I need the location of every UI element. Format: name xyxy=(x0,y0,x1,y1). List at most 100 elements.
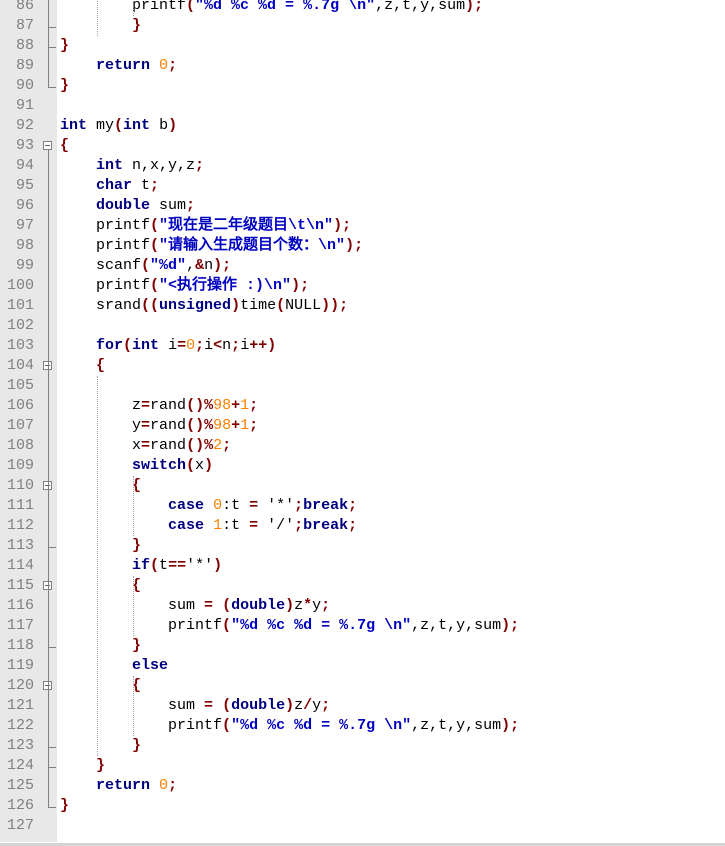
code-line[interactable]: 88} xyxy=(0,36,725,56)
code-line[interactable]: 124 } xyxy=(0,756,725,776)
code-text: } xyxy=(60,76,69,96)
code-line[interactable]: 112 case 1:t = '/';break; xyxy=(0,516,725,536)
code-token: int xyxy=(132,337,160,354)
code-text: printf("请输入生成题目个数：\n"); xyxy=(60,236,363,256)
code-line[interactable]: 111 case 0:t = '*';break; xyxy=(0,496,725,516)
line-number: 122 xyxy=(6,717,34,734)
code-line[interactable]: 99 scanf("%d",&n); xyxy=(0,256,725,276)
code-token: ; xyxy=(195,157,205,174)
code-line[interactable]: 127 xyxy=(0,816,725,836)
code-line[interactable]: 115 { xyxy=(0,576,725,596)
code-token: double xyxy=(231,697,286,714)
fold-end-marker-icon xyxy=(48,636,56,648)
code-line[interactable]: 89 return 0; xyxy=(0,56,725,76)
code-token: { xyxy=(60,137,70,154)
line-number: 113 xyxy=(6,537,34,554)
code-token: 98 xyxy=(213,397,232,414)
code-token: ; xyxy=(249,417,259,434)
code-token: () xyxy=(186,397,205,414)
line-number: 90 xyxy=(15,77,34,94)
code-line[interactable]: 113 } xyxy=(0,536,725,556)
code-text: case 1:t = '/';break; xyxy=(60,516,357,536)
line-number: 111 xyxy=(6,497,34,514)
code-line[interactable]: 92 int my(int b) xyxy=(0,116,725,136)
code-text: } xyxy=(60,536,141,556)
code-line[interactable]: 98 printf("请输入生成题目个数：\n"); xyxy=(0,236,725,256)
code-token: ; xyxy=(231,337,241,354)
code-line[interactable]: 118 } xyxy=(0,636,725,656)
line-number: 94 xyxy=(15,157,34,174)
line-number: 116 xyxy=(6,597,34,614)
code-line[interactable]: 102 xyxy=(0,316,725,336)
code-line[interactable]: 97 printf("现在是二年级题目\t\n"); xyxy=(0,216,725,236)
code-token: :t xyxy=(222,517,250,534)
code-text: printf("%d %c %d = %.7g \n",z,t,y,sum); xyxy=(60,716,519,736)
code-token: ; xyxy=(474,0,484,14)
code-token: } xyxy=(132,17,142,34)
code-token: & xyxy=(195,257,205,274)
code-line[interactable]: 100 printf("<执行操作 :)\n"); xyxy=(0,276,725,296)
code-token: ; xyxy=(354,237,364,254)
code-token: 0 xyxy=(186,337,196,354)
code-line[interactable]: 96 double sum; xyxy=(0,196,725,216)
code-token: printf xyxy=(96,237,151,254)
code-line[interactable]: 126} xyxy=(0,796,725,816)
code-line[interactable]: 105 xyxy=(0,376,725,396)
code-token: } xyxy=(132,737,142,754)
code-token: ; xyxy=(249,397,259,414)
code-token: % xyxy=(204,397,214,414)
line-number: 115 xyxy=(6,577,34,594)
code-line[interactable]: 110 { xyxy=(0,476,725,496)
line-number: 106 xyxy=(6,397,34,414)
code-line[interactable]: 90} xyxy=(0,76,725,96)
code-token: unsigned xyxy=(159,297,232,314)
code-line[interactable]: 107 y=rand()%98+1; xyxy=(0,416,725,436)
code-line[interactable]: 121 sum = (double)z/y; xyxy=(0,696,725,716)
code-token: i xyxy=(159,337,178,354)
line-number: 121 xyxy=(6,697,34,714)
code-token: '/' xyxy=(267,517,295,534)
code-line[interactable]: 91 xyxy=(0,96,725,116)
code-token: n xyxy=(204,257,214,274)
code-text: z=rand()%98+1; xyxy=(60,396,258,416)
code-line[interactable]: 119 else xyxy=(0,656,725,676)
code-token: } xyxy=(132,637,142,654)
code-line[interactable]: 87 } xyxy=(0,16,725,36)
code-text: } xyxy=(60,736,141,756)
code-line[interactable]: 101 srand((unsigned)time(NULL)); xyxy=(0,296,725,316)
code-token: sum xyxy=(150,197,187,214)
code-token: = xyxy=(249,517,259,534)
code-token: int xyxy=(96,157,124,174)
code-token: () xyxy=(186,437,205,454)
code-token: z xyxy=(132,397,142,414)
code-line[interactable]: 123 } xyxy=(0,736,725,756)
code-line[interactable]: 106 z=rand()%98+1; xyxy=(0,396,725,416)
code-token: x xyxy=(195,457,205,474)
code-line[interactable]: 93 { xyxy=(0,136,725,156)
code-token: ( xyxy=(114,117,124,134)
code-token: ; xyxy=(186,197,196,214)
code-line[interactable]: 94 int n,x,y,z; xyxy=(0,156,725,176)
code-line[interactable]: 104 { xyxy=(0,356,725,376)
code-line[interactable]: 114 if(t=='*') xyxy=(0,556,725,576)
fold-toggle-icon[interactable] xyxy=(43,141,52,150)
code-token: ) xyxy=(213,257,223,274)
code-text: { xyxy=(60,476,141,496)
code-line[interactable]: 108 x=rand()%2; xyxy=(0,436,725,456)
code-line[interactable]: 116 sum = (double)z*y; xyxy=(0,596,725,616)
code-token: y xyxy=(132,417,142,434)
code-line[interactable]: 122 printf("%d %c %d = %.7g \n",z,t,y,su… xyxy=(0,716,725,736)
code-token: ( xyxy=(150,277,160,294)
code-line[interactable]: 95 char t; xyxy=(0,176,725,196)
code-line[interactable]: 109 switch(x) xyxy=(0,456,725,476)
code-line[interactable]: 120 { xyxy=(0,676,725,696)
code-line[interactable]: 117 printf("%d %c %d = %.7g \n",z,t,y,su… xyxy=(0,616,725,636)
code-line[interactable]: 125 return 0; xyxy=(0,776,725,796)
code-line[interactable]: 86 printf("%d %c %d = %.7g \n",z,t,y,sum… xyxy=(0,0,725,16)
code-line[interactable]: 103 for(int i=0;i<n;i++) xyxy=(0,336,725,356)
